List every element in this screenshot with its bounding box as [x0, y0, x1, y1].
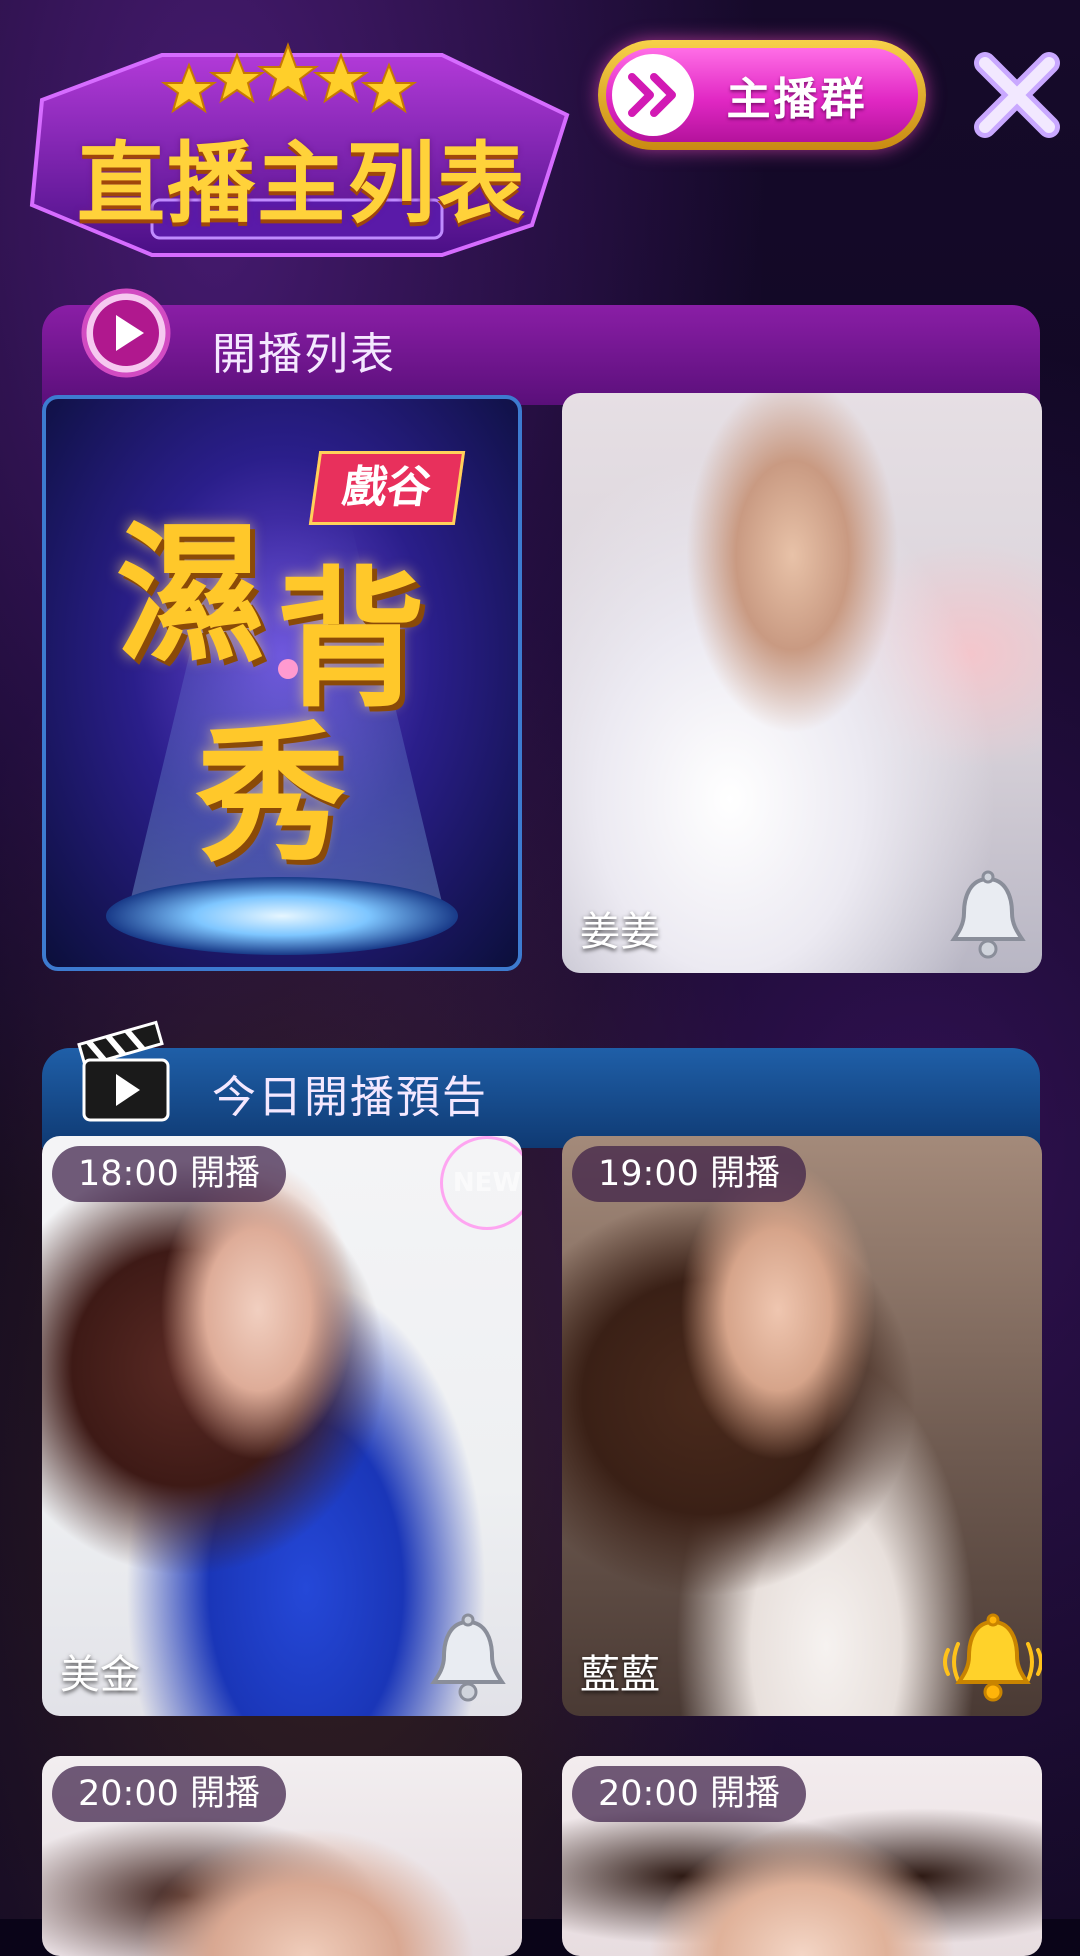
schedule-time-badge: 19:00 開播	[572, 1146, 806, 1202]
streamer-card-preview[interactable]: 20:00 開播	[562, 1756, 1042, 1956]
live-list-header: 開播列表	[42, 288, 1040, 405]
promo-banner[interactable]: 戲谷 濕 背 秀	[42, 395, 522, 971]
close-icon	[974, 52, 1060, 138]
spotlight-stage	[106, 877, 458, 955]
live-list-title: 開播列表	[212, 329, 396, 380]
schedule-time-badge: 20:00 開播	[572, 1766, 806, 1822]
page-title: 直播主列表	[76, 132, 527, 235]
promo-title-char: 濕	[116, 507, 267, 683]
play-icon	[80, 287, 172, 383]
today-preview-title: 今日開播預告	[212, 1072, 488, 1123]
promo-title-char: 秀	[196, 707, 347, 883]
gold-bell-icon[interactable]	[938, 1610, 1042, 1706]
schedule-time-badge: 18:00 開播	[52, 1146, 286, 1202]
streamer-card-preview[interactable]: 19:00 開播 藍藍	[562, 1136, 1042, 1716]
streamer-card-preview[interactable]: 18:00 開播 NEW 美金	[42, 1136, 522, 1716]
silver-bell-icon[interactable]	[940, 867, 1036, 963]
streamer-name: 美金	[60, 1652, 140, 1698]
page-title-logo: 直播主列表	[12, 25, 587, 265]
double-chevron-right-icon	[612, 54, 694, 136]
streamer-group-label: 主播群	[726, 74, 868, 125]
schedule-time-badge: 20:00 開播	[52, 1766, 286, 1822]
today-preview-header: 今日開播預告	[42, 1020, 1040, 1148]
silver-bell-icon[interactable]	[420, 1610, 516, 1706]
clapperboard-icon	[74, 1016, 178, 1130]
streamer-group-button[interactable]: 主播群	[598, 40, 926, 150]
streamer-name: 藍藍	[580, 1652, 660, 1698]
promo-brand-label: 戲谷	[308, 451, 466, 525]
streamer-name: 姜姜	[580, 909, 660, 955]
streamer-card-live[interactable]: 姜姜	[562, 393, 1042, 973]
streamer-card-preview[interactable]: 20:00 開播	[42, 1756, 522, 1956]
promo-dot	[278, 659, 298, 679]
close-button[interactable]	[962, 40, 1072, 150]
